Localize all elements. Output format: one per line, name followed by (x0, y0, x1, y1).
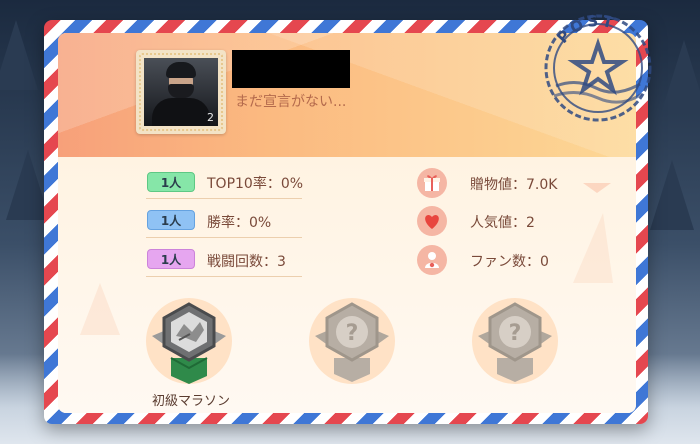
player-declaration: まだ宣言がない... (235, 94, 347, 110)
decor-shape (573, 213, 613, 283)
fan-user-icon (417, 245, 447, 275)
stat-popularity: 人気値：2 (470, 215, 535, 231)
divider (146, 237, 302, 238)
heart-icon (417, 206, 447, 236)
stat-badge-winrate: 1人 (147, 210, 195, 230)
avatar-body (152, 98, 210, 126)
svg-text:?: ? (509, 321, 522, 346)
avatar-number: 2 (207, 111, 214, 124)
svg-text:?: ? (346, 321, 359, 346)
stat-gift-value: 贈物値：7.0K (470, 177, 558, 193)
divider (146, 276, 302, 277)
decor-shape (583, 183, 611, 193)
divider (146, 198, 302, 199)
avatar: 2 (144, 58, 218, 126)
marathon-medal-icon[interactable] (146, 296, 232, 388)
bg-tree (662, 40, 700, 110)
stat-badge-battles: 1人 (147, 249, 195, 269)
bg-tree (0, 20, 38, 90)
post-stamp-icon: POST (544, 12, 652, 122)
bg-tree (650, 160, 694, 230)
gift-icon (417, 168, 447, 198)
medal-label-marathon: 初級マラソン (151, 394, 230, 409)
locked-medal-icon[interactable]: ? (309, 296, 395, 388)
stat-battle-count: 戦闘回数：3 (207, 254, 286, 270)
stat-fan-count: ファン数：0 (470, 254, 549, 270)
stamp-text: POST (553, 12, 614, 47)
stat-badge-top10: 1人 (147, 172, 195, 192)
stat-top10-rate: TOP10率：0% (207, 176, 304, 192)
locked-medal-icon[interactable]: ? (472, 296, 558, 388)
avatar-hair (166, 62, 196, 78)
avatar-mask (168, 84, 194, 98)
stat-win-rate: 勝率：0% (207, 215, 272, 231)
player-name-redacted (232, 50, 350, 88)
decor-shape (80, 283, 120, 335)
avatar-frame[interactable]: 2 (136, 50, 226, 134)
svg-text:POST: POST (553, 12, 617, 47)
